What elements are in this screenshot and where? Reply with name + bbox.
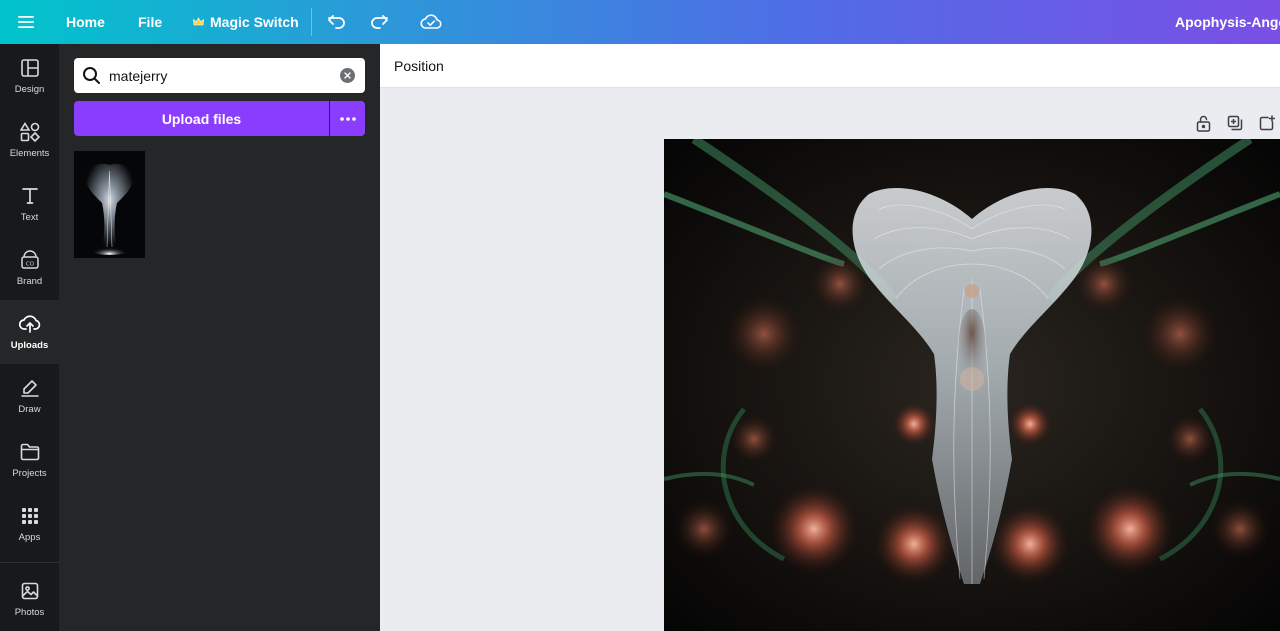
side-nav-rail: Design Elements Text CO Brand Uploads Dr… xyxy=(0,44,59,631)
file-menu-button[interactable]: File xyxy=(138,0,162,44)
lock-page-icon[interactable] xyxy=(1193,113,1213,133)
top-bar: Home File Magic Switch Apophysis-Angel0 xyxy=(0,0,1280,44)
rail-divider xyxy=(0,562,59,563)
uploads-panel: Upload files xyxy=(59,44,380,631)
more-horizontal-icon xyxy=(339,116,356,121)
rail-item-photos[interactable]: Photos xyxy=(0,567,59,631)
fractal-angel-image xyxy=(664,139,1280,631)
rail-label-elements: Elements xyxy=(9,148,50,159)
rail-item-brand[interactable]: CO Brand xyxy=(0,236,59,300)
cloud-upload-icon xyxy=(18,313,41,335)
rail-label-apps: Apps xyxy=(18,532,41,543)
undo-icon[interactable] xyxy=(324,9,350,35)
text-icon xyxy=(19,185,41,207)
rail-item-design[interactable]: Design xyxy=(0,44,59,108)
rail-item-projects[interactable]: Projects xyxy=(0,428,59,492)
uploaded-image-thumbnail[interactable] xyxy=(74,151,145,258)
menu-icon[interactable] xyxy=(13,9,39,35)
position-button[interactable]: Position xyxy=(394,44,444,88)
grid-icon xyxy=(19,505,41,527)
rail-label-design: Design xyxy=(14,84,45,95)
rail-label-text: Text xyxy=(20,212,39,223)
magic-switch-label: Magic Switch xyxy=(210,14,299,30)
rail-item-uploads[interactable]: Uploads xyxy=(0,300,59,364)
rail-label-uploads: Uploads xyxy=(10,340,49,351)
layout-icon xyxy=(19,57,41,79)
context-toolbar: Position xyxy=(380,44,1280,88)
clear-search-icon[interactable] xyxy=(340,68,355,83)
svg-text:CO: CO xyxy=(25,262,34,268)
document-title[interactable]: Apophysis-Angel0 xyxy=(1175,0,1280,44)
add-page-icon[interactable] xyxy=(1257,113,1277,133)
toolbar-divider xyxy=(311,8,312,36)
shapes-icon xyxy=(19,121,41,143)
rail-label-brand: Brand xyxy=(16,276,43,287)
photo-icon xyxy=(19,580,41,602)
crown-icon xyxy=(193,17,204,26)
redo-icon[interactable] xyxy=(366,9,392,35)
rail-item-elements[interactable]: Elements xyxy=(0,108,59,172)
rail-item-text[interactable]: Text xyxy=(0,172,59,236)
rail-label-projects: Projects xyxy=(12,468,47,479)
duplicate-page-icon[interactable] xyxy=(1225,113,1245,133)
cloud-saved-icon[interactable] xyxy=(418,9,444,35)
pen-icon xyxy=(19,377,41,399)
search-box xyxy=(74,58,365,93)
rail-item-draw[interactable]: Draw xyxy=(0,364,59,428)
brand-icon: CO xyxy=(19,249,41,271)
rail-label-draw: Draw xyxy=(18,404,41,415)
rail-label-photos: Photos xyxy=(14,607,45,618)
search-icon xyxy=(82,66,101,85)
rail-item-apps[interactable]: Apps xyxy=(0,492,59,556)
upload-more-options-button[interactable] xyxy=(330,101,365,136)
design-canvas-page[interactable] xyxy=(664,139,1280,631)
search-input[interactable] xyxy=(109,58,329,93)
home-button[interactable]: Home xyxy=(66,0,105,44)
magic-switch-button[interactable]: Magic Switch xyxy=(193,0,299,44)
folder-icon xyxy=(19,441,41,463)
upload-files-button[interactable]: Upload files xyxy=(74,101,329,136)
